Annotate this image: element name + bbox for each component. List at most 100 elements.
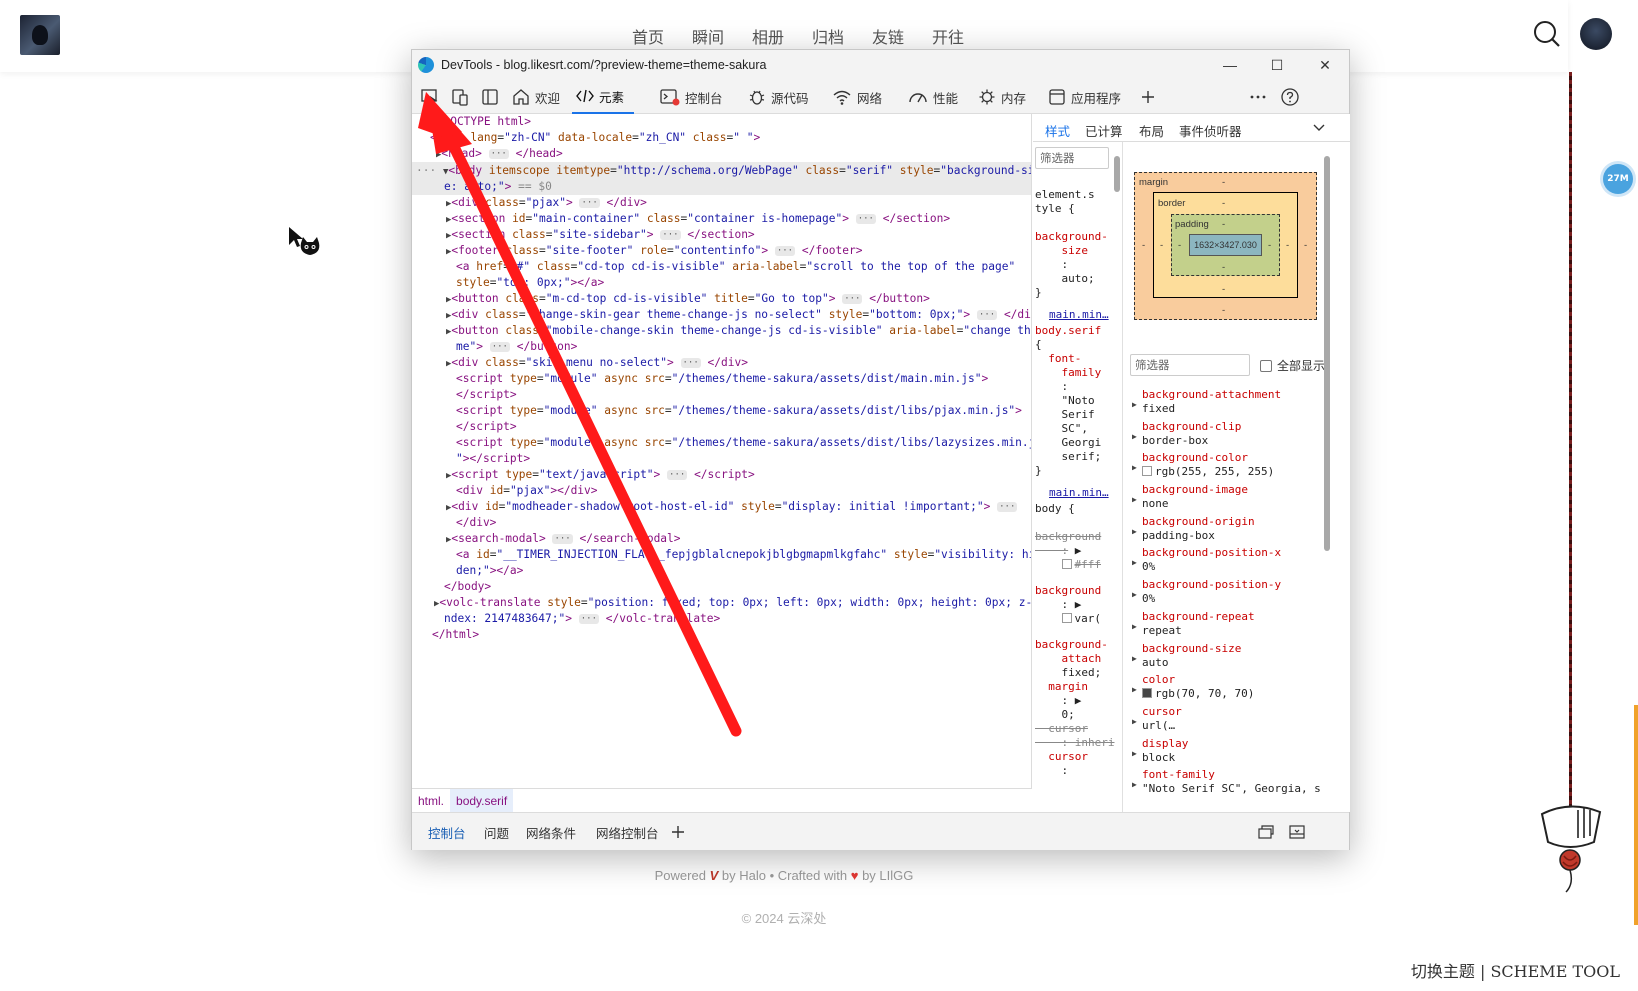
computed-filter-input[interactable]: 筛选器 bbox=[1130, 354, 1250, 376]
user-avatar[interactable] bbox=[1580, 18, 1612, 50]
rules-scrollbar[interactable] bbox=[1114, 156, 1120, 192]
tab-application[interactable]: 应用程序 bbox=[1048, 80, 1121, 114]
tab-network[interactable]: 网络 bbox=[832, 80, 882, 114]
dom-line[interactable]: ▶<volc-translate style="position: fixed;… bbox=[434, 595, 1031, 612]
expand-triangle-icon[interactable]: ▶ bbox=[1132, 527, 1137, 536]
show-all-checkbox[interactable] bbox=[1260, 359, 1272, 372]
close-button[interactable]: ✕ bbox=[1302, 50, 1348, 80]
tab-sources[interactable]: 源代码 bbox=[748, 80, 809, 114]
close-drawer-icon[interactable] bbox=[1288, 824, 1306, 840]
computed-property[interactable]: ▶ background-size auto bbox=[1124, 642, 1334, 674]
computed-property[interactable]: ▶ font-family "Noto Serif SC", Georgia, s bbox=[1124, 768, 1334, 800]
color-swatch[interactable] bbox=[1142, 688, 1152, 699]
dom-line[interactable]: <script type="module" async src="/themes… bbox=[456, 435, 1031, 451]
undock-drawer-icon[interactable] bbox=[1257, 824, 1275, 840]
dom-line[interactable]: "></script> bbox=[456, 451, 530, 467]
computed-pane[interactable]: margin - - - - border - - - - padding - … bbox=[1124, 142, 1350, 812]
expand-triangle-icon[interactable]: ▶ bbox=[1132, 590, 1137, 599]
computed-property[interactable]: ▶ background-attachment fixed bbox=[1124, 388, 1334, 420]
drawer-tab-network-console[interactable]: 网络控制台 bbox=[596, 823, 659, 842]
expand-triangle-icon[interactable]: ▶ bbox=[1132, 463, 1137, 472]
tab-styles[interactable]: 样式 bbox=[1045, 121, 1070, 140]
computed-property[interactable]: ▶ cursor url(… bbox=[1124, 705, 1334, 737]
expand-triangle-icon[interactable]: ▶ bbox=[1132, 780, 1137, 789]
computed-property[interactable]: ▶ background-origin padding-box bbox=[1124, 515, 1334, 547]
computed-property[interactable]: ▶ background-position-y 0% bbox=[1124, 578, 1334, 610]
expand-triangle-icon[interactable]: ▶ bbox=[1132, 685, 1137, 694]
site-logo[interactable] bbox=[20, 15, 60, 55]
dom-line[interactable]: <div id="pjax"></div> bbox=[456, 483, 598, 499]
expand-triangle-icon[interactable]: ▶ bbox=[1132, 558, 1137, 567]
style-rules[interactable]: 筛选器 element.s tyle { background- size : … bbox=[1033, 142, 1123, 812]
nav-item-travelling[interactable]: 开往 bbox=[931, 24, 965, 48]
dom-line[interactable]: ▶<footer class="site-footer" role="conte… bbox=[446, 243, 862, 260]
tab-elements[interactable]: 元素 bbox=[572, 80, 635, 114]
dom-line[interactable]: ndex: 2147483647;"> ··· </volc-translate… bbox=[444, 611, 720, 627]
expand-triangle-icon[interactable]: ▶ bbox=[1132, 717, 1137, 726]
dom-line[interactable]: ▶<div class="skin-menu no-select"> ··· <… bbox=[446, 355, 748, 372]
drawer-tab-network-conditions[interactable]: 网络条件 bbox=[526, 823, 576, 842]
expand-triangle-icon[interactable]: ▶ bbox=[1132, 400, 1137, 409]
dom-line[interactable]: ▶<div class="change-skin-gear theme-chan… bbox=[446, 307, 1031, 324]
halo-logo[interactable]: V bbox=[710, 868, 719, 883]
dom-line[interactable]: e: auto;"> == $0 bbox=[444, 179, 552, 195]
dom-line[interactable]: <html lang="zh-CN" data-locale="zh_CN" c… bbox=[430, 130, 760, 146]
minimize-button[interactable]: — bbox=[1207, 50, 1253, 80]
dom-line[interactable]: style="top: 0px;"></a> bbox=[456, 275, 604, 291]
expand-triangle-icon[interactable]: ▶ bbox=[1132, 495, 1137, 504]
maximize-button[interactable]: ☐ bbox=[1254, 50, 1300, 80]
nav-item-moments[interactable]: 瞬间 bbox=[691, 24, 725, 48]
expand-triangle-icon[interactable]: ▶ bbox=[1132, 432, 1137, 441]
dom-line[interactable]: </html> bbox=[432, 627, 479, 643]
dom-line[interactable]: ▶<search-modal> ··· </search-modal> bbox=[446, 531, 681, 548]
dom-line[interactable]: ▶<head> ··· </head> bbox=[436, 146, 563, 163]
dock-side-icon[interactable] bbox=[480, 87, 500, 107]
inspect-element-icon[interactable] bbox=[420, 87, 440, 107]
dom-line[interactable]: ··· ▼<body itemscope itemtype="http://sc… bbox=[416, 163, 1031, 180]
breadcrumb-body[interactable]: body.serif bbox=[450, 788, 514, 813]
computed-property[interactable]: ▶ color rgb(70, 70, 70) bbox=[1124, 673, 1334, 705]
theme-switch-link[interactable]: 切换主题 | SCHEME TOOL bbox=[1411, 958, 1620, 982]
styles-filter-input[interactable]: 筛选器 bbox=[1035, 147, 1109, 169]
more-options-icon[interactable] bbox=[1248, 87, 1268, 107]
tab-console[interactable]: 控制台 bbox=[660, 80, 723, 114]
dom-line[interactable]: ▶<div id="modheader-shadow-root-host-el-… bbox=[446, 499, 1018, 516]
dom-line[interactable]: </body> bbox=[444, 579, 491, 595]
color-swatch[interactable] bbox=[1142, 466, 1152, 477]
scroll-rope[interactable] bbox=[1569, 72, 1572, 810]
computed-property[interactable]: ▶ background-color rgb(255, 255, 255) bbox=[1124, 451, 1334, 483]
add-tab-icon[interactable] bbox=[1138, 87, 1158, 107]
chevron-down-icon[interactable] bbox=[1313, 123, 1325, 133]
drawer-tab-console[interactable]: 控制台 bbox=[428, 823, 466, 842]
dom-line[interactable]: <a href="#" class="cd-top cd-is-visible"… bbox=[456, 259, 1015, 275]
breadcrumb-html[interactable]: html. bbox=[412, 789, 450, 813]
dom-line[interactable]: ▶<section class="site-sidebar"> ··· </se… bbox=[446, 227, 755, 244]
author-link[interactable]: by LIlGG bbox=[862, 868, 913, 883]
nav-item-album[interactable]: 相册 bbox=[751, 24, 785, 48]
dom-line[interactable]: <a id="__TIMER_INJECTION_FLAG__fepjgblal… bbox=[456, 547, 1031, 563]
devtools-titlebar[interactable]: DevTools - blog.likesrt.com/?preview-the… bbox=[412, 50, 1349, 80]
box-model-diagram[interactable]: margin - - - - border - - - - padding - … bbox=[1134, 172, 1317, 320]
dom-line[interactable]: den;"></a> bbox=[456, 563, 523, 579]
computed-property[interactable]: ▶ background-repeat repeat bbox=[1124, 610, 1334, 642]
nav-item-friends[interactable]: 友链 bbox=[871, 24, 905, 48]
dom-line[interactable]: <script type="module" async src="/themes… bbox=[456, 371, 988, 387]
dom-line[interactable]: <script type="module" async src="/themes… bbox=[456, 403, 1022, 419]
elements-dom-tree[interactable]: <!DOCTYPE html> <html lang="zh-CN" data-… bbox=[412, 114, 1032, 788]
add-drawer-tab-icon[interactable] bbox=[670, 824, 686, 840]
computed-property[interactable]: ▶ background-image none bbox=[1124, 483, 1334, 515]
dom-line[interactable]: </div> bbox=[456, 515, 496, 531]
dom-line[interactable]: me"> ··· </button> bbox=[456, 339, 577, 355]
tab-event-listeners[interactable]: 事件侦听器 bbox=[1179, 121, 1242, 140]
dom-line[interactable]: ▶<div class="pjax"> ··· </div> bbox=[446, 195, 647, 212]
tab-computed[interactable]: 已计算 bbox=[1085, 121, 1123, 140]
computed-scrollbar[interactable] bbox=[1324, 156, 1330, 551]
dom-line[interactable]: <!DOCTYPE html> bbox=[430, 114, 531, 130]
dom-line[interactable]: ▶<script type="text/javascript"> ··· </s… bbox=[446, 467, 755, 484]
tab-memory[interactable]: 内存 bbox=[978, 80, 1026, 114]
dom-line[interactable]: ▶<section id="main-container" class="con… bbox=[446, 211, 950, 228]
nav-item-home[interactable]: 首页 bbox=[631, 24, 665, 48]
box-model-content[interactable]: 1632×3427.030 bbox=[1189, 234, 1262, 256]
drawer-tab-issues[interactable]: 问题 bbox=[484, 823, 509, 842]
tab-performance[interactable]: 性能 bbox=[908, 80, 958, 114]
